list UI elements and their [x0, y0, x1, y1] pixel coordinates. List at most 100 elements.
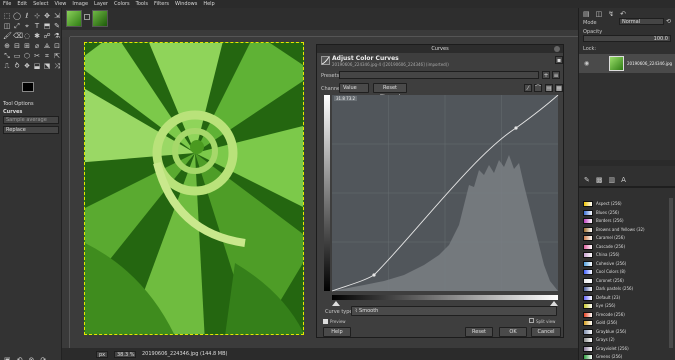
gradient-item[interactable]: Blues (256) — [583, 209, 669, 217]
unit-select[interactable]: px — [96, 350, 108, 358]
curve-type-select[interactable]: ⌇ Smooth — [351, 306, 557, 316]
ink-tool-icon[interactable]: ✱ — [33, 32, 41, 40]
ellipse-select-tool-icon[interactable]: ◯ — [13, 12, 21, 20]
save-icon[interactable]: ▣ — [4, 356, 11, 360]
undo-tab-icon[interactable]: ↶ — [620, 10, 626, 18]
linear-histogram-icon[interactable]: ⁄ — [524, 84, 532, 92]
gradient-tab-icon[interactable]: ▥ — [609, 176, 616, 184]
menu-file[interactable]: File — [3, 1, 11, 7]
log-histogram-icon[interactable]: ⌒ — [534, 84, 542, 92]
brush-tab-icon[interactable]: ✎ — [584, 176, 590, 184]
paths-tab-icon[interactable]: ↯ — [608, 10, 614, 18]
gradient-item[interactable]: Aspect (256) — [583, 200, 669, 208]
close-dialog-icon[interactable] — [554, 46, 560, 52]
free-select-tool-icon[interactable]: ℓ — [23, 12, 31, 20]
curve-control-point[interactable] — [514, 126, 518, 130]
gradient-item[interactable]: Firecode (256) — [583, 311, 669, 319]
menu-layer[interactable]: Layer — [94, 1, 108, 7]
cancel-button[interactable]: Cancel — [531, 327, 561, 337]
scissors-tool-icon[interactable]: ✂ — [33, 52, 41, 60]
fuzzy-select-tool-icon[interactable]: ⊹ — [33, 12, 41, 20]
leaf-photo[interactable] — [84, 42, 304, 335]
curves-titlebar[interactable]: Curves — [317, 45, 563, 53]
zoom-select[interactable]: 38.3 % — [114, 350, 136, 358]
gradient-item[interactable]: Gold (256) — [583, 319, 669, 327]
gradient-item[interactable]: Grayblue (256) — [583, 328, 669, 336]
gradient-list-scrollbar[interactable] — [669, 198, 673, 348]
color-picker-tool-icon[interactable]: ⌗ — [43, 52, 51, 60]
gradient-item[interactable]: Grayviolet (256) — [583, 345, 669, 353]
menu-help[interactable]: Help — [203, 1, 214, 7]
ok-button[interactable]: OK — [499, 327, 527, 337]
gradient-item[interactable]: China (256) — [583, 251, 669, 259]
image-tab-thumbnail-2[interactable] — [92, 10, 108, 27]
gradient-item[interactable]: Cohesive (256) — [583, 260, 669, 268]
menu-edit[interactable]: Edit — [17, 1, 27, 7]
preset-field[interactable]: Sample average — [3, 116, 59, 124]
gradient-item[interactable]: Caramel (256) — [583, 234, 669, 242]
curve-view-icon[interactable]: ▤ — [545, 84, 553, 92]
flip-tool-icon[interactable]: ⟁ — [43, 42, 51, 50]
menu-select[interactable]: Select — [33, 1, 48, 7]
gradient-item[interactable]: Grays (2) — [583, 336, 669, 344]
gradient-item[interactable]: Cascade (256) — [583, 243, 669, 251]
airbrush-tool-icon[interactable]: ◌ — [23, 32, 31, 40]
text-tool-icon[interactable]: T — [33, 22, 41, 30]
image-tab-thumbnail[interactable] — [66, 10, 82, 27]
crop-tool-icon[interactable]: ⇲ — [53, 12, 61, 20]
curve-control-point[interactable] — [372, 273, 376, 277]
delete-icon[interactable]: ⊗ — [29, 356, 35, 360]
layer-mode-select[interactable]: Normal — [619, 18, 664, 25]
measure-tool-icon[interactable]: ⌖ — [23, 22, 31, 30]
menu-colors[interactable]: Colors — [114, 1, 130, 7]
preset-menu-icon[interactable]: ≡ — [552, 71, 560, 79]
foreground-select-tool-icon[interactable]: ⬡ — [23, 52, 31, 60]
gradient-item[interactable]: Default (23) — [583, 294, 669, 302]
cage-tool-icon[interactable]: ⊡ — [53, 42, 61, 50]
warp-tool-icon[interactable]: ⤢ — [13, 22, 21, 30]
opacity-slider[interactable]: 100.0 — [583, 35, 671, 42]
preview-checkbox-label[interactable]: Preview — [330, 319, 346, 324]
menu-tools[interactable]: Tools — [136, 1, 148, 7]
mode-select[interactable]: Replace — [3, 126, 59, 134]
dodge-tool-icon[interactable]: ⊕ — [3, 42, 11, 50]
tool-options-tab[interactable]: Tool Options — [3, 101, 34, 107]
bucket-fill-tool-icon[interactable]: ⬒ — [43, 22, 51, 30]
channel-select[interactable]: Value — [339, 83, 369, 93]
menu-view[interactable]: View — [55, 1, 67, 7]
reset-button[interactable]: Reset — [465, 327, 493, 337]
gradient-item[interactable]: Eye (256) — [583, 302, 669, 310]
scale-tool-icon[interactable]: ⤡ — [3, 52, 11, 60]
add-preset-icon[interactable]: + — [542, 71, 550, 79]
pencil-tool-icon[interactable]: ✎ — [53, 22, 61, 30]
close-tab-icon[interactable] — [84, 14, 90, 20]
shear-tool-icon[interactable]: ▭ — [13, 52, 21, 60]
gradient-item[interactable]: Coronet (256) — [583, 277, 669, 285]
black-point-slider[interactable] — [332, 301, 340, 306]
unified-transform-tool-icon[interactable]: ◫ — [3, 22, 11, 30]
perspective-tool-icon[interactable]: ⌀ — [33, 42, 41, 50]
layer-mode-toggle-icon[interactable]: ⟲ — [666, 18, 671, 25]
menu-filters[interactable]: Filters — [154, 1, 169, 7]
split-view-checkbox[interactable] — [529, 318, 534, 323]
zoom-tool-icon[interactable]: ⎍ — [3, 62, 11, 70]
help-button[interactable]: Help — [323, 327, 351, 337]
heal-tool-icon[interactable]: ⚗ — [53, 32, 61, 40]
handle-transform-tool-icon[interactable]: ⤨ — [53, 62, 61, 70]
gradient-item[interactable]: Dark pastels (256) — [583, 285, 669, 293]
align-tool-icon[interactable]: ⇱ — [53, 52, 61, 60]
reset-channel-button[interactable]: Reset Channel — [373, 83, 407, 100]
paths-tool-icon[interactable]: ❖ — [23, 62, 31, 70]
rect-select-tool-icon[interactable]: ⬚ — [3, 12, 11, 20]
reset-icon[interactable]: ⟳ — [40, 356, 46, 360]
visibility-eye-icon[interactable]: ◉ — [584, 60, 589, 67]
gradient-tool-icon[interactable]: ⬓ — [33, 62, 41, 70]
pattern-tab-icon[interactable]: ▩ — [596, 176, 603, 184]
gradient-item[interactable]: Greens (256) — [583, 353, 669, 359]
rotate-tool-icon[interactable]: ⥁ — [13, 62, 21, 70]
curve-graph[interactable] — [324, 95, 560, 307]
smudge-tool-icon[interactable]: ⊟ — [13, 42, 21, 50]
preview-expander-icon[interactable] — [323, 319, 328, 324]
menu-image[interactable]: Image — [72, 1, 88, 7]
font-tab-icon[interactable]: A — [621, 176, 626, 184]
